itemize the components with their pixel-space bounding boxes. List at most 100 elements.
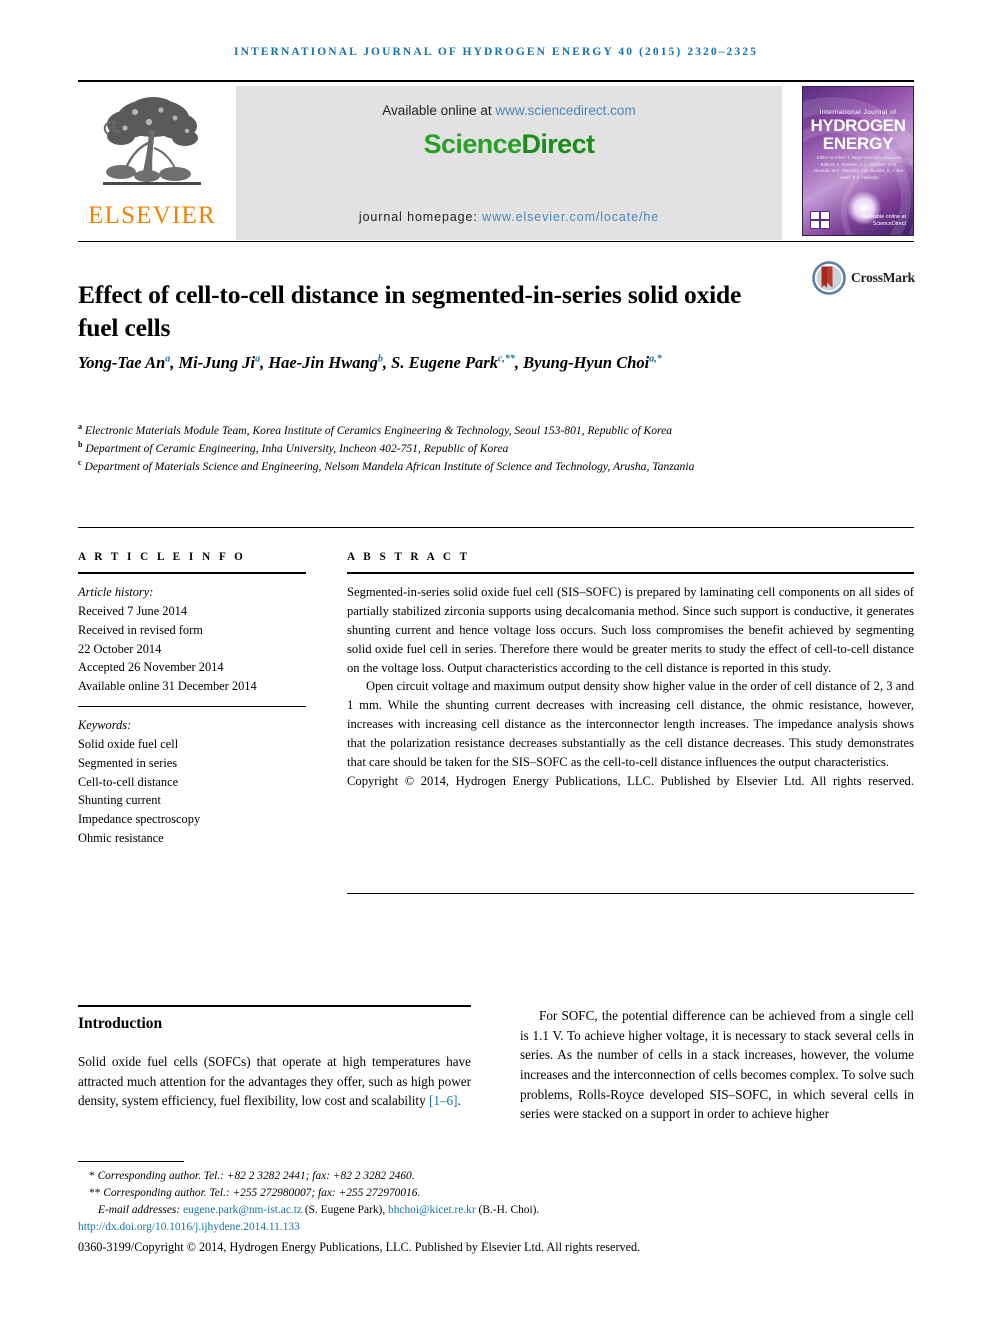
keywords-label: Keywords:	[78, 718, 132, 733]
footnote-rule	[78, 1161, 184, 1162]
masthead-bottom-rule	[78, 241, 914, 242]
affiliation-list: a Electronic Materials Module Team, Kore…	[78, 421, 878, 475]
crossmark-icon	[812, 261, 846, 295]
affiliation-text: Electronic Materials Module Team, Korea …	[84, 423, 673, 437]
keyword-item: Impedance spectroscopy	[78, 812, 201, 827]
issn-copyright-line: 0360-3199/Copyright © 2014, Hydrogen Ene…	[78, 1239, 641, 1254]
abstract-paragraph: Segmented-in-series solid oxide fuel cel…	[347, 585, 914, 675]
abstract-column: A B S T R A C T Segmented-in-series soli…	[347, 551, 914, 810]
keyword-item: Solid oxide fuel cell	[78, 736, 179, 751]
cover-editors: Editor-in-Chief: T. Nejat Veziroğlu Asso…	[813, 155, 905, 180]
abstract-body: Segmented-in-series solid oxide fuel cel…	[347, 583, 914, 810]
running-head: INTERNATIONAL JOURNAL OF HYDROGEN ENERGY…	[234, 46, 758, 58]
info-section-top-rule	[78, 527, 914, 528]
email-addresses-line: E-mail addresses: eugene.park@nm-ist.ac.…	[78, 1202, 914, 1219]
masthead-top-rule	[78, 80, 914, 82]
corresponding-text: Corresponding author. Tel.: +255 2729800…	[103, 1186, 421, 1199]
affiliation-item: a Electronic Materials Module Team, Kore…	[78, 421, 878, 439]
sd-logo-part2: Direct	[521, 129, 595, 159]
author-name: S. Eugene Park	[391, 353, 498, 372]
author-sep: ,	[170, 353, 179, 372]
crossmark-badge[interactable]: CrossMark	[812, 261, 915, 295]
affiliation-marker: c	[78, 457, 82, 467]
keyword-item: Cell-to-cell distance	[78, 774, 179, 789]
author-name: Byung-Hyun Choi	[523, 353, 650, 372]
affiliation-item: c Department of Materials Science and En…	[78, 457, 878, 475]
body-left-column: Solid oxide fuel cells (SOFCs) that oper…	[78, 1052, 471, 1111]
article-history-label: Article history:	[78, 585, 154, 599]
sciencedirect-url[interactable]: www.sciencedirect.com	[495, 103, 635, 118]
crossmark-label: CrossMark	[851, 270, 915, 285]
abstract-copyright: Copyright © 2014, Hydrogen Energy Public…	[347, 773, 914, 788]
doi-link[interactable]: http://dx.doi.org/10.1016/j.ijhydene.201…	[78, 1221, 300, 1233]
corresponding-author-note: ** Corresponding author. Tel.: +255 2729…	[78, 1185, 914, 1202]
cover-footer: Available online at ScienceDirect	[810, 211, 906, 229]
introduction-rule	[78, 1005, 471, 1007]
homepage-label: journal homepage:	[358, 210, 483, 224]
author-item: S. Eugene Parkc,**,	[391, 353, 523, 372]
affiliation-text: Department of Materials Science and Engi…	[84, 459, 695, 473]
affiliation-text: Department of Ceramic Engineering, Inha …	[85, 441, 509, 455]
elsevier-logo: ELSEVIER	[78, 86, 226, 240]
author-item: Byung-Hyun Choia,*	[523, 353, 662, 372]
keywords-block: Keywords: Solid oxide fuel cell Segmente…	[78, 716, 306, 848]
body-paragraph: Solid oxide fuel cells (SOFCs) that oper…	[78, 1052, 471, 1111]
author-sep: ,	[382, 353, 392, 372]
sd-logo-part1: Science	[423, 129, 522, 159]
author-name: Mi-Jung Ji	[178, 353, 256, 372]
article-info-rule	[78, 572, 306, 574]
email-owner-2: (B.-H. Choi).	[475, 1203, 540, 1216]
abstract-paragraph: Open circuit voltage and maximum output …	[347, 679, 914, 770]
affiliation-item: b Department of Ceramic Engineering, Inh…	[78, 439, 878, 457]
history-item: Available online 31 December 2014	[78, 679, 257, 694]
abstract-bottom-rule	[347, 893, 914, 894]
elsevier-wordmark: ELSEVIER	[88, 202, 216, 229]
body-paragraph: For SOFC, the potential difference can b…	[520, 1008, 914, 1122]
author-name: Hae-Jin Hwang	[268, 353, 378, 372]
section-title-introduction: Introduction	[78, 1015, 163, 1032]
corresponding-marker: **	[89, 1186, 101, 1199]
history-item: Accepted 26 November 2014	[78, 660, 224, 675]
corresponding-marker: *	[89, 1170, 95, 1182]
author-item: Yong-Tae Ana,	[78, 353, 179, 372]
history-item: Received 7 June 2014	[78, 603, 188, 618]
body-right-column: For SOFC, the potential difference can b…	[520, 1006, 914, 1124]
journal-article-page: INTERNATIONAL JOURNAL OF HYDROGEN ENERGY…	[0, 0, 992, 1323]
email-owner-1: (S. Eugene Park),	[301, 1203, 389, 1216]
cover-title-line1: HYDROGEN	[810, 116, 906, 135]
author-item: Hae-Jin Hwangb,	[268, 353, 391, 372]
article-info-column: A R T I C L E I N F O Article history: R…	[78, 551, 306, 848]
article-info-heading: A R T I C L E I N F O	[78, 551, 246, 563]
history-item: 22 October 2014	[78, 641, 162, 656]
affiliation-marker: a	[78, 422, 82, 431]
citation-link[interactable]: [1–6]	[429, 1093, 458, 1108]
sciencedirect-banner: Available online at www.sciencedirect.co…	[236, 86, 782, 240]
cover-journal-prefix: International Journal of	[819, 109, 897, 116]
email-link-2[interactable]: bhchoi@kicet.re.kr	[388, 1204, 476, 1216]
author-list: Yong-Tae Ana, Mi-Jung Jia, Hae-Jin Hwang…	[78, 351, 878, 376]
journal-cover-thumb: International Journal of HYDROGEN ENERGY…	[792, 86, 914, 240]
keyword-item: Ohmic resistance	[78, 831, 164, 846]
history-item: Received in revised form	[78, 622, 203, 637]
body-text-tail: .	[457, 1093, 461, 1109]
cover-title-line2: ENERGY	[822, 134, 894, 153]
available-label: Available online at	[382, 103, 496, 118]
article-history: Article history: Received 7 June 2014 Re…	[78, 583, 306, 696]
keyword-item: Segmented in series	[78, 755, 178, 770]
abstract-heading: A B S T R A C T	[347, 551, 471, 563]
body-text: Solid oxide fuel cells (SOFCs) that oper…	[78, 1054, 471, 1109]
author-affil-marker[interactable]: c,**	[498, 354, 515, 365]
elsevier-tree-icon	[103, 97, 201, 185]
doi-line: http://dx.doi.org/10.1016/j.ijhydene.201…	[78, 1219, 914, 1236]
corresponding-author-note: * Corresponding author. Tel.: +82 2 3282…	[78, 1168, 914, 1185]
cover-sciencedirect-note: Available online at ScienceDirect	[862, 213, 906, 228]
footnote-block: * Corresponding author. Tel.: +82 2 3282…	[78, 1168, 914, 1256]
email-label: E-mail addresses:	[98, 1203, 183, 1216]
keyword-item: Shunting current	[78, 793, 161, 808]
cover-publisher-mark-icon	[810, 211, 830, 229]
corresponding-text: Corresponding author. Tel.: +82 2 3282 2…	[97, 1170, 415, 1182]
sciencedirect-logo[interactable]: ScienceDirect	[236, 129, 782, 160]
author-affil-marker[interactable]: a,*	[649, 354, 662, 365]
homepage-url[interactable]: www.elsevier.com/locate/he	[482, 210, 659, 224]
email-link-1[interactable]: eugene.park@nm-ist.ac.tz	[183, 1204, 302, 1216]
